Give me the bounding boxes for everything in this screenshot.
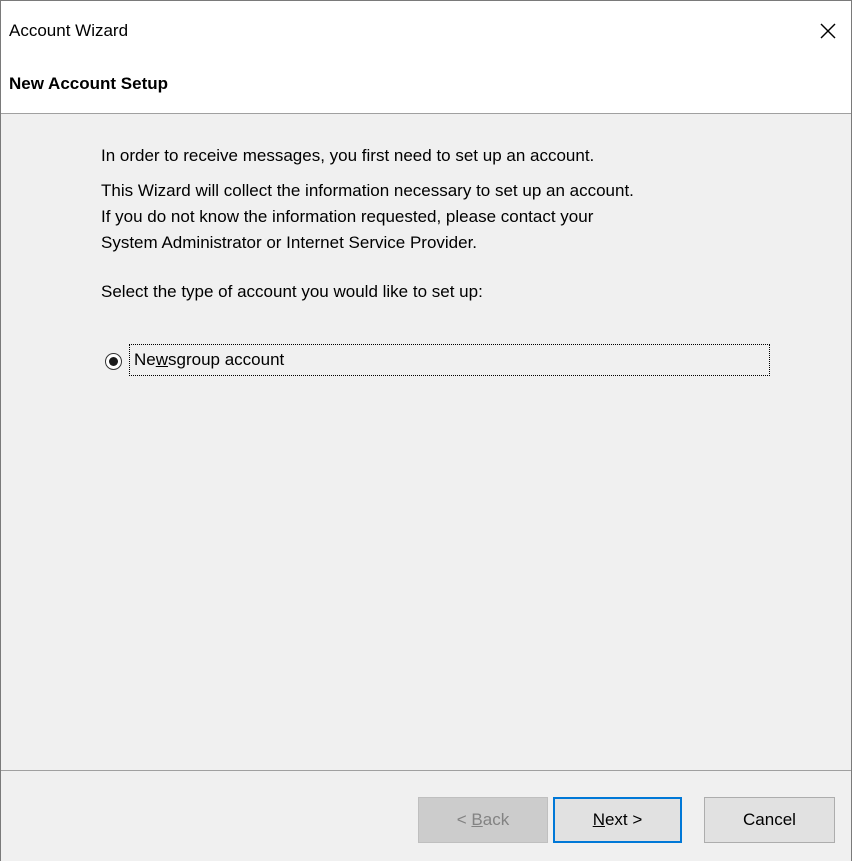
back-label-pre: < (456, 810, 467, 829)
close-icon (820, 23, 836, 39)
newsgroup-account-option[interactable]: Ne w sgroup account (105, 344, 770, 378)
intro-text: In order to receive messages, you first … (101, 146, 595, 165)
close-button[interactable] (805, 13, 851, 49)
page-title: New Account Setup (9, 74, 168, 93)
cancel-label: Cancel (743, 810, 796, 829)
radio-dot (109, 356, 118, 366)
option-label-accel: w (155, 350, 169, 369)
next-button[interactable]: Next > (553, 797, 682, 843)
back-label-accel: B (471, 810, 483, 829)
radio-selected-icon[interactable] (105, 352, 122, 370)
info-text-line-3: System Administrator or Internet Service… (101, 233, 478, 252)
wizard-content: In order to receive messages, you first … (1, 114, 851, 770)
title-bar: Account Wizard (1, 1, 851, 61)
account-wizard-window: Account Wizard New Account Setup In orde… (0, 0, 852, 861)
select-prompt: Select the type of account you would lik… (101, 282, 483, 301)
cancel-button[interactable]: Cancel (704, 797, 835, 843)
wizard-footer: < Back Next > Cancel (1, 770, 851, 861)
info-text-line-1: This Wizard will collect the information… (101, 181, 634, 200)
newsgroup-account-label[interactable]: Ne w sgroup account (129, 344, 770, 376)
option-label-pre: Ne (134, 350, 156, 369)
option-label-post: sgroup account (168, 350, 285, 369)
next-label-post: ext > (604, 810, 643, 829)
wizard-header: New Account Setup (1, 61, 851, 114)
window-title: Account Wizard (9, 21, 129, 40)
next-label-accel: N (592, 810, 605, 829)
info-text-line-2: If you do not know the information reque… (101, 207, 594, 226)
back-label-post: ack (482, 810, 510, 829)
back-button[interactable]: < Back (418, 797, 548, 843)
